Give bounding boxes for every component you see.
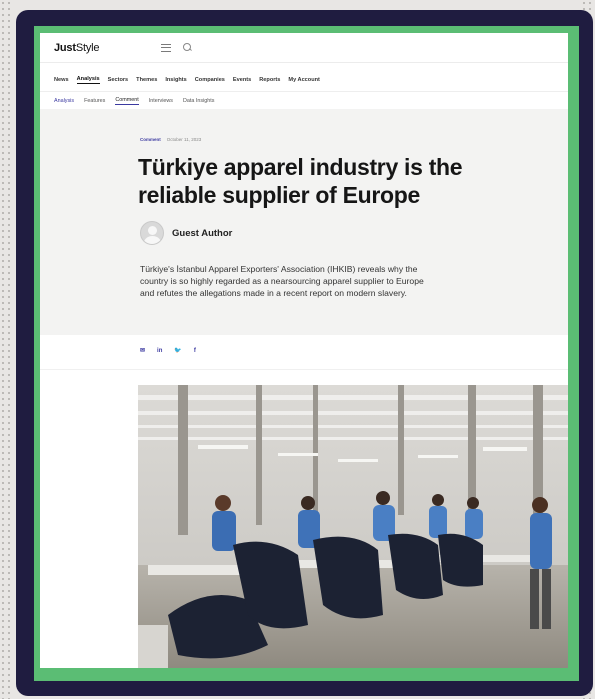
standfirst-line-3: and refutes the allegations made in a re… (140, 288, 407, 298)
author-name[interactable]: Guest Author (172, 228, 232, 239)
article-meta: Comment October 11, 2023 (140, 137, 201, 142)
factory-photo (138, 385, 568, 668)
search-icon[interactable] (183, 43, 192, 52)
logo-bold-text: Just (54, 41, 76, 54)
nav-item-companies[interactable]: Companies (195, 77, 225, 83)
page-texture-left (0, 0, 14, 699)
share-bar: ✉ in 🐦 f (140, 347, 196, 355)
nav-item-insights[interactable]: Insights (165, 77, 186, 83)
linkedin-icon[interactable]: in (157, 348, 162, 354)
divider (40, 369, 568, 370)
nav-item-news[interactable]: News (54, 77, 69, 83)
sub-navigation: Analysis Features Comment Interviews Dat… (40, 91, 568, 109)
nav-item-sectors[interactable]: Sectors (108, 77, 129, 83)
main-navigation: News Analysis Sectors Themes Insights Co… (40, 71, 568, 89)
standfirst-line-1: Türkiye's İstanbul Apparel Exporters' As… (140, 264, 418, 274)
subnav-item-interviews[interactable]: Interviews (149, 98, 173, 104)
article-standfirst: Türkiye's İstanbul Apparel Exporters' As… (140, 263, 568, 299)
subnav-item-analysis[interactable]: Analysis (54, 98, 74, 104)
article-title-line-1: Türkiye apparel industry is the (138, 154, 463, 180)
article-header-background (40, 109, 568, 335)
nav-item-my-account[interactable]: My Account (288, 77, 320, 83)
subnav-item-features[interactable]: Features (84, 98, 105, 104)
standfirst-line-2: country is so highly regarded as a nears… (140, 276, 424, 286)
article-screenshot: JustStyle News Analysis Sectors Themes I… (40, 33, 568, 668)
email-icon[interactable]: ✉ (140, 347, 145, 354)
article-category[interactable]: Comment (140, 137, 161, 142)
nav-item-reports[interactable]: Reports (259, 77, 280, 83)
author-byline[interactable]: Guest Author (140, 221, 232, 245)
site-header: JustStyle (40, 33, 568, 63)
menu-icon[interactable] (161, 43, 172, 52)
article-date: October 11, 2023 (166, 137, 202, 142)
article-title-line-2: reliable supplier of Europe (138, 182, 421, 208)
site-logo[interactable]: JustStyle (54, 41, 100, 54)
nav-item-events[interactable]: Events (233, 77, 251, 83)
twitter-icon[interactable]: 🐦 (174, 347, 181, 354)
facebook-icon[interactable]: f (194, 348, 196, 354)
logo-light-text: Style (75, 41, 100, 54)
article-title: Türkiye apparel industry is the reliable… (138, 153, 558, 209)
nav-item-themes[interactable]: Themes (136, 77, 157, 83)
subnav-item-data-insights[interactable]: Data Insights (183, 98, 214, 104)
author-avatar (140, 221, 164, 245)
subnav-item-comment[interactable]: Comment (115, 97, 139, 105)
nav-item-analysis[interactable]: Analysis (76, 76, 100, 84)
